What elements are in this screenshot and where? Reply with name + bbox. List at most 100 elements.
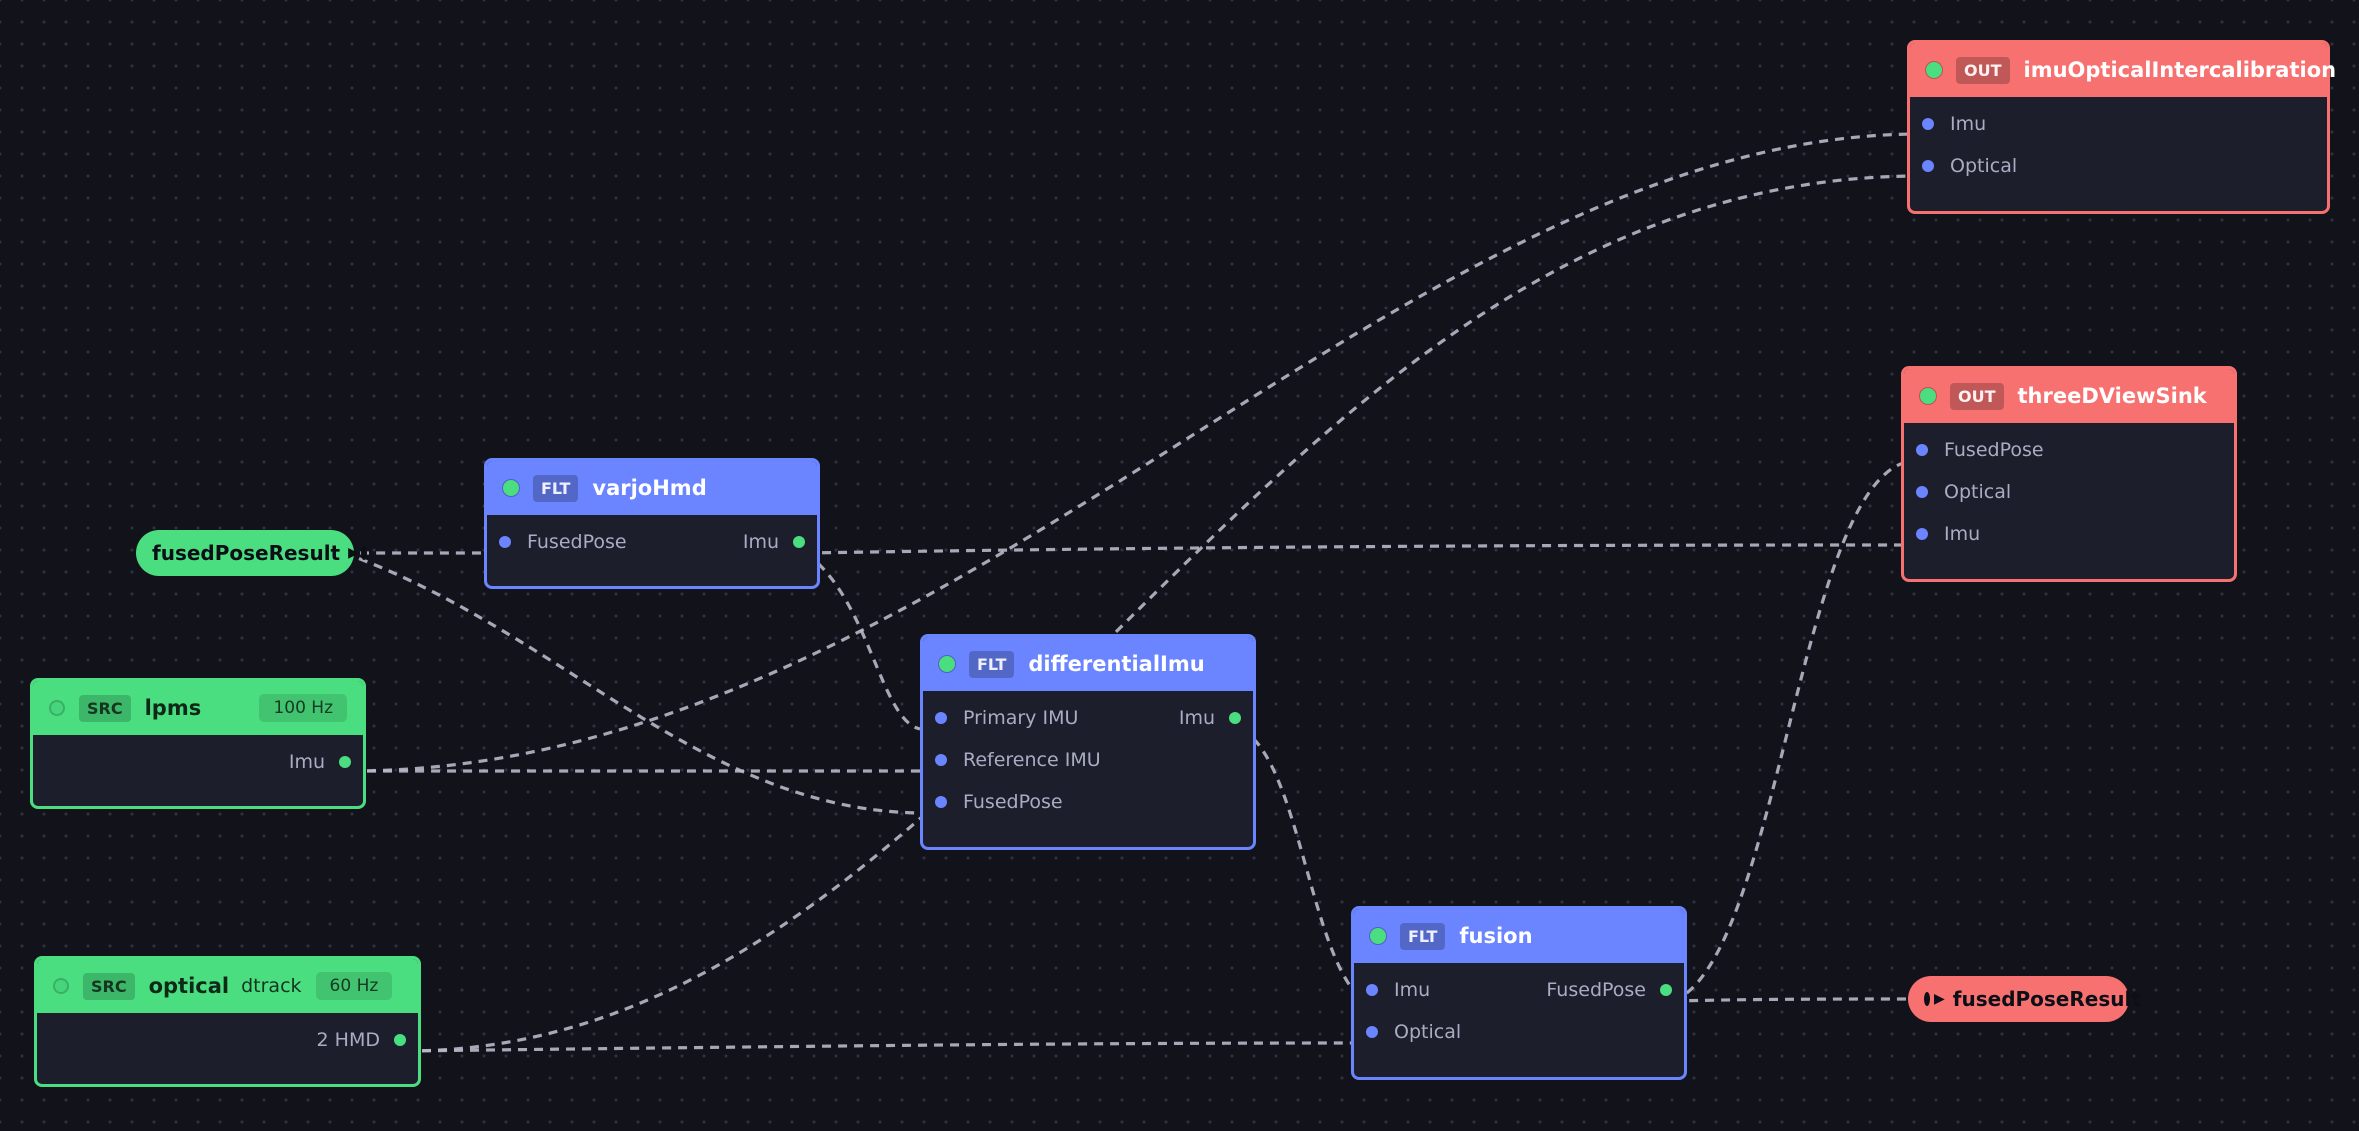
port-handle[interactable] xyxy=(1916,486,1928,498)
node-header[interactable]: FLT fusion xyxy=(1354,909,1684,963)
port-label: Optical xyxy=(1944,481,2012,503)
port-label: FusedPose xyxy=(963,791,1063,813)
node-header[interactable]: SRC lpms 100 Hz xyxy=(33,681,363,735)
port-handle[interactable] xyxy=(935,712,947,724)
node-varjohmd[interactable]: FLT varjoHmd FusedPose Imu xyxy=(484,458,820,589)
port-handle[interactable] xyxy=(1922,160,1934,172)
input-port-optical[interactable]: Optical xyxy=(1922,155,2017,177)
node-fusion[interactable]: FLT fusion Imu FusedPose Optical xyxy=(1351,906,1687,1080)
edge-differential-imu-to-fusion-imu xyxy=(1240,727,1365,1003)
port-row: 2 HMD xyxy=(37,1019,418,1061)
node-header[interactable]: SRC optical dtrack 60 Hz xyxy=(37,959,418,1013)
port-handle[interactable] xyxy=(1366,1026,1378,1038)
node-title: differentialImu xyxy=(1028,652,1205,676)
edge-feedback-to-differential-fusedpose xyxy=(343,551,921,815)
node-ports: Imu xyxy=(33,735,363,783)
port-row: Imu xyxy=(1910,103,2327,145)
terminal-port[interactable] xyxy=(1924,992,1930,1006)
port-handle[interactable] xyxy=(793,536,805,548)
input-port-primary-imu[interactable]: Primary IMU xyxy=(935,707,1078,729)
status-indicator xyxy=(1926,62,1942,78)
input-port-optical[interactable]: Optical xyxy=(1366,1021,1461,1043)
port-row: Optical xyxy=(1910,145,2327,187)
node-ports: Imu FusedPose Optical xyxy=(1354,963,1684,1053)
node-ports: FusedPose Optical Imu xyxy=(1904,423,2234,555)
node-type-badge: SRC xyxy=(83,972,135,1000)
status-indicator xyxy=(1370,928,1386,944)
port-handle[interactable] xyxy=(394,1034,406,1046)
input-port-imu[interactable]: Imu xyxy=(1922,113,1986,135)
output-port-imu[interactable]: Imu xyxy=(289,751,351,773)
terminal-port[interactable] xyxy=(360,546,367,560)
port-label: Imu xyxy=(1178,707,1215,729)
port-handle[interactable] xyxy=(935,796,947,808)
play-arrow-icon: ▶ xyxy=(348,545,359,561)
node-optical[interactable]: SRC optical dtrack 60 Hz 2 HMD xyxy=(34,956,421,1087)
input-port-imu[interactable]: Imu xyxy=(1366,979,1430,1001)
port-row: FusedPose xyxy=(1904,429,2234,471)
node-title: lpms xyxy=(144,696,202,720)
node-type-badge: OUT xyxy=(1956,56,2010,84)
input-port-reference-imu[interactable]: Reference IMU xyxy=(935,749,1101,771)
port-label: Imu xyxy=(1944,523,1981,545)
terminal-label: fusedPoseResult xyxy=(1952,987,2141,1011)
node-imuopticalintercalibration[interactable]: OUT imuOpticalIntercalibration Imu Optic… xyxy=(1907,40,2336,214)
rate-badge: 60 Hz xyxy=(315,972,393,1000)
node-lpms[interactable]: SRC lpms 100 Hz Imu xyxy=(30,678,366,809)
input-port-imu[interactable]: Imu xyxy=(1916,523,1980,545)
output-port-imu[interactable]: Imu xyxy=(1179,707,1241,729)
input-terminal-fusedposeresult[interactable]: fusedPoseResult ▶ xyxy=(136,530,367,576)
port-handle[interactable] xyxy=(935,754,947,766)
node-threedviewsink[interactable]: OUT threeDViewSink FusedPose Optical Imu xyxy=(1901,366,2237,582)
node-ports: Imu Optical xyxy=(1910,97,2327,187)
graph-canvas[interactable]: fusedPoseResult ▶ ▶ fusedPoseResult SRC … xyxy=(0,0,2359,1131)
node-type-badge: SRC xyxy=(79,694,131,722)
port-row: Optical xyxy=(1354,1011,1684,1053)
node-header[interactable]: OUT threeDViewSink xyxy=(1904,369,2234,423)
port-label: 2 HMD xyxy=(316,1029,380,1051)
output-port-imu[interactable]: Imu xyxy=(743,531,805,553)
node-type-badge: FLT xyxy=(969,650,1015,678)
status-indicator xyxy=(49,700,65,716)
output-port-fusedpose[interactable]: FusedPose xyxy=(1546,979,1672,1001)
port-label: Imu xyxy=(288,751,325,773)
status-indicator xyxy=(503,480,519,496)
port-handle[interactable] xyxy=(1366,984,1378,996)
play-arrow-icon: ▶ xyxy=(1934,991,1945,1007)
port-handle[interactable] xyxy=(1229,712,1241,724)
input-port-fusedpose[interactable]: FusedPose xyxy=(935,791,1063,813)
port-row: Imu FusedPose xyxy=(1354,969,1684,1011)
node-type-badge: OUT xyxy=(1950,382,2004,410)
input-port-optical[interactable]: Optical xyxy=(1916,481,2011,503)
port-label: Imu xyxy=(742,531,779,553)
input-port-fusedpose[interactable]: FusedPose xyxy=(499,531,627,553)
port-row: Imu xyxy=(33,741,363,783)
node-header[interactable]: FLT varjoHmd xyxy=(487,461,817,515)
port-row: Primary IMU Imu xyxy=(923,697,1253,739)
node-differentialimu[interactable]: FLT differentialImu Primary IMU Imu Refe… xyxy=(920,634,1256,850)
port-handle[interactable] xyxy=(339,756,351,768)
port-label: Imu xyxy=(1950,113,1987,135)
port-row: Optical xyxy=(1904,471,2234,513)
output-port-2-hmd[interactable]: 2 HMD xyxy=(317,1029,406,1051)
node-title: varjoHmd xyxy=(592,476,707,500)
input-port-fusedpose[interactable]: FusedPose xyxy=(1916,439,2044,461)
node-ports: FusedPose Imu xyxy=(487,515,817,563)
port-label: FusedPose xyxy=(1944,439,2044,461)
port-handle[interactable] xyxy=(1916,528,1928,540)
port-handle[interactable] xyxy=(1916,444,1928,456)
edge-optical-to-fusion-optical xyxy=(405,1041,1365,1053)
rate-badge: 100 Hz xyxy=(259,694,347,722)
node-header[interactable]: OUT imuOpticalIntercalibration xyxy=(1910,43,2336,97)
port-handle[interactable] xyxy=(1660,984,1672,996)
port-label: FusedPose xyxy=(527,531,627,553)
node-title: fusion xyxy=(1459,924,1533,948)
port-row: FusedPose Imu xyxy=(487,521,817,563)
node-header[interactable]: FLT differentialImu xyxy=(923,637,1253,691)
terminal-label: fusedPoseResult xyxy=(152,541,341,565)
port-row: FusedPose xyxy=(923,781,1253,823)
port-handle[interactable] xyxy=(499,536,511,548)
port-label: Primary IMU xyxy=(963,707,1079,729)
output-terminal-fusedposeresult[interactable]: ▶ fusedPoseResult xyxy=(1908,976,2141,1022)
port-handle[interactable] xyxy=(1922,118,1934,130)
